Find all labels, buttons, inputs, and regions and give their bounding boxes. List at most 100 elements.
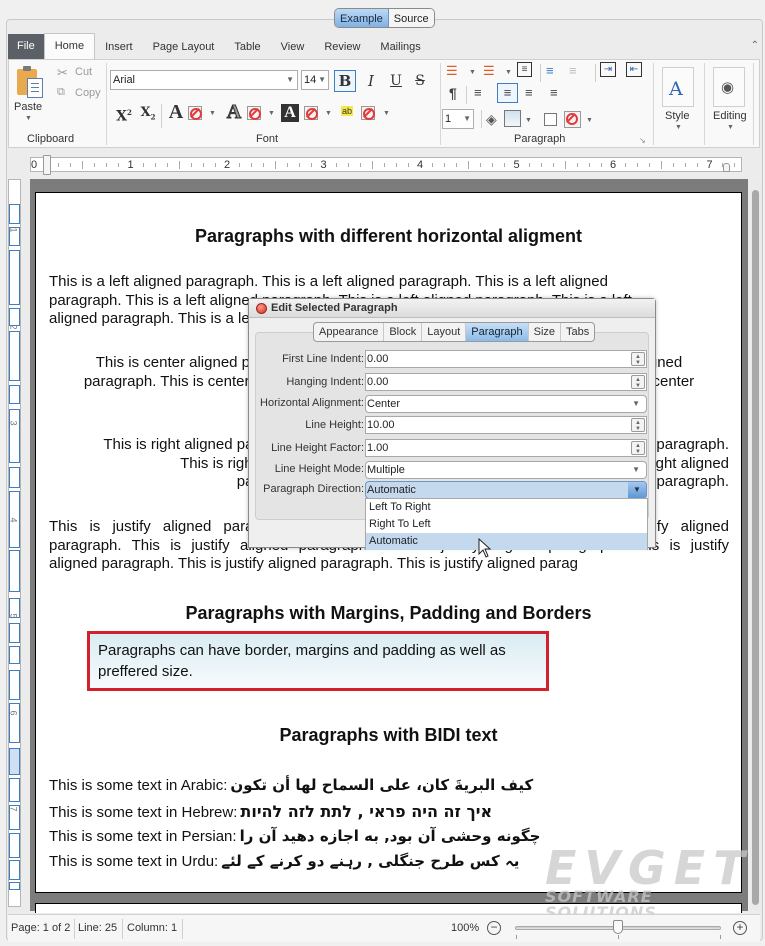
tab-mailings[interactable]: Mailings: [370, 35, 430, 59]
collapse-ribbon-icon[interactable]: ⌃: [751, 40, 759, 51]
tab-tabs[interactable]: Tabs: [561, 323, 594, 341]
vertical-ruler[interactable]: 1 2 3 4 5 6 7: [8, 179, 21, 907]
multilevel-list-icon[interactable]: ≡: [517, 62, 532, 77]
zoom-out-icon[interactable]: −: [487, 921, 501, 935]
bold-button[interactable]: B: [334, 70, 356, 92]
editing-dropdown-icon[interactable]: ▼: [727, 124, 734, 131]
align-right-icon[interactable]: ≡: [525, 85, 533, 100]
style-dropdown-icon[interactable]: ▼: [675, 124, 682, 131]
indent-left-icon[interactable]: ⇤: [626, 62, 642, 77]
line-height-factor-field[interactable]: 1.00 ▲ ▼: [365, 439, 647, 457]
tab-file[interactable]: File: [8, 34, 44, 59]
superscript-button[interactable]: X2: [113, 102, 135, 125]
paint-bucket-icon[interactable]: ◈: [486, 111, 497, 128]
paste-button[interactable]: Paste: [14, 101, 42, 113]
decrease-indent-icon[interactable]: ≡: [546, 63, 554, 78]
align-left-icon[interactable]: ≡: [474, 85, 482, 100]
show-formatting-icon[interactable]: ¶: [449, 85, 457, 101]
tab-review[interactable]: Review: [314, 35, 370, 59]
horizontal-alignment-select[interactable]: Center ▼: [365, 395, 647, 413]
tab-paragraph[interactable]: Paragraph: [466, 323, 529, 341]
paragraph-direction-select[interactable]: Automatic ▼: [365, 481, 647, 499]
spinner-icon[interactable]: ▲ ▼: [631, 375, 645, 389]
indent-right-icon[interactable]: ⇥: [600, 62, 616, 77]
text-outline-icon[interactable]: A: [223, 101, 245, 124]
line-height-field[interactable]: 10.00 ▲ ▼: [365, 416, 647, 434]
source-toggle-button[interactable]: Source: [388, 9, 434, 27]
line-marker[interactable]: [9, 860, 20, 880]
scrollbar-thumb[interactable]: [752, 190, 759, 905]
font-family-select[interactable]: Arial ▼: [110, 70, 298, 90]
tab-block[interactable]: Block: [384, 323, 423, 341]
option-automatic[interactable]: Automatic: [366, 533, 647, 550]
line-marker[interactable]: [9, 778, 20, 802]
outline-color-dropdown-icon[interactable]: ▼: [268, 110, 275, 117]
text-background-icon[interactable]: A: [281, 104, 299, 122]
no-color-icon[interactable]: [361, 106, 375, 120]
no-color-icon[interactable]: [304, 106, 318, 120]
align-center-icon[interactable]: ≡: [497, 83, 518, 103]
tab-home[interactable]: Home: [43, 33, 96, 59]
underline-button[interactable]: U: [385, 70, 407, 92]
tab-table[interactable]: Table: [224, 35, 270, 59]
line-marker[interactable]: [9, 882, 20, 890]
subscript-button[interactable]: X2: [137, 102, 159, 124]
tab-appearance[interactable]: Appearance: [314, 323, 385, 341]
zoom-slider-thumb[interactable]: [613, 920, 623, 934]
no-color-icon[interactable]: [188, 106, 202, 120]
spinner-icon[interactable]: ▲ ▼: [631, 441, 645, 455]
italic-button[interactable]: I: [360, 70, 382, 92]
cut-button[interactable]: Cut: [75, 66, 92, 78]
hanging-indent-field[interactable]: 0.00 ▲ ▼: [365, 373, 647, 391]
no-color-icon[interactable]: [247, 106, 261, 120]
tab-layout[interactable]: Layout: [422, 323, 467, 341]
tab-size[interactable]: Size: [529, 323, 562, 341]
paragraph-fill-icon[interactable]: [504, 110, 521, 127]
fill-dropdown-icon[interactable]: ▼: [525, 117, 532, 124]
numbered-list-dropdown-icon[interactable]: ▼: [505, 69, 512, 76]
right-indent-marker[interactable]: [723, 163, 730, 172]
border-color-dropdown-icon[interactable]: ▼: [586, 117, 593, 124]
line-marker[interactable]: [9, 250, 20, 305]
vertical-scrollbar[interactable]: [750, 180, 762, 910]
line-marker[interactable]: [9, 646, 20, 664]
line-marker[interactable]: [9, 409, 20, 463]
option-right-to-left[interactable]: Right To Left: [366, 516, 647, 533]
line-marker[interactable]: [9, 308, 20, 326]
highlight-icon[interactable]: ab: [341, 106, 354, 116]
copy-button[interactable]: Copy: [75, 87, 101, 99]
background-color-dropdown-icon[interactable]: ▼: [325, 110, 332, 117]
tab-page-layout[interactable]: Page Layout: [143, 35, 225, 59]
chevron-down-icon[interactable]: ▼: [628, 482, 646, 498]
line-marker[interactable]: [9, 385, 20, 404]
font-size-select[interactable]: 14 ▼: [301, 70, 329, 90]
line-marker[interactable]: [9, 833, 20, 858]
bullet-list-icon[interactable]: ☰: [446, 63, 458, 79]
tab-view[interactable]: View: [271, 35, 315, 59]
paste-icon[interactable]: [17, 66, 45, 100]
line-marker[interactable]: [9, 748, 20, 775]
example-toggle-button[interactable]: Example: [335, 9, 389, 27]
align-justify-icon[interactable]: ≡: [550, 85, 558, 100]
style-button[interactable]: A: [662, 67, 694, 107]
zoom-in-icon[interactable]: +: [733, 921, 747, 935]
line-marker[interactable]: [9, 703, 20, 743]
numbered-list-icon[interactable]: ☰: [483, 63, 495, 79]
line-marker[interactable]: [9, 623, 20, 643]
editing-button[interactable]: ◉: [713, 67, 745, 107]
paragraph-dialog-launcher-icon[interactable]: ↘: [639, 136, 646, 145]
strikethrough-button[interactable]: S: [409, 70, 431, 92]
line-marker[interactable]: [9, 550, 20, 592]
option-left-to-right[interactable]: Left To Right: [366, 499, 647, 516]
line-marker[interactable]: [9, 204, 20, 224]
font-color-dropdown-icon[interactable]: ▼: [209, 110, 216, 117]
line-marker[interactable]: [9, 331, 20, 381]
paste-dropdown-icon[interactable]: ▼: [25, 115, 32, 122]
line-marker[interactable]: [9, 467, 20, 488]
first-line-indent-field[interactable]: 0.00 ▲ ▼: [365, 350, 647, 368]
highlight-dropdown-icon[interactable]: ▼: [383, 110, 390, 117]
first-line-indent-marker[interactable]: [43, 155, 51, 175]
borders-icon[interactable]: [544, 113, 557, 126]
line-marker[interactable]: [9, 670, 20, 700]
font-color-icon[interactable]: A: [165, 101, 187, 123]
